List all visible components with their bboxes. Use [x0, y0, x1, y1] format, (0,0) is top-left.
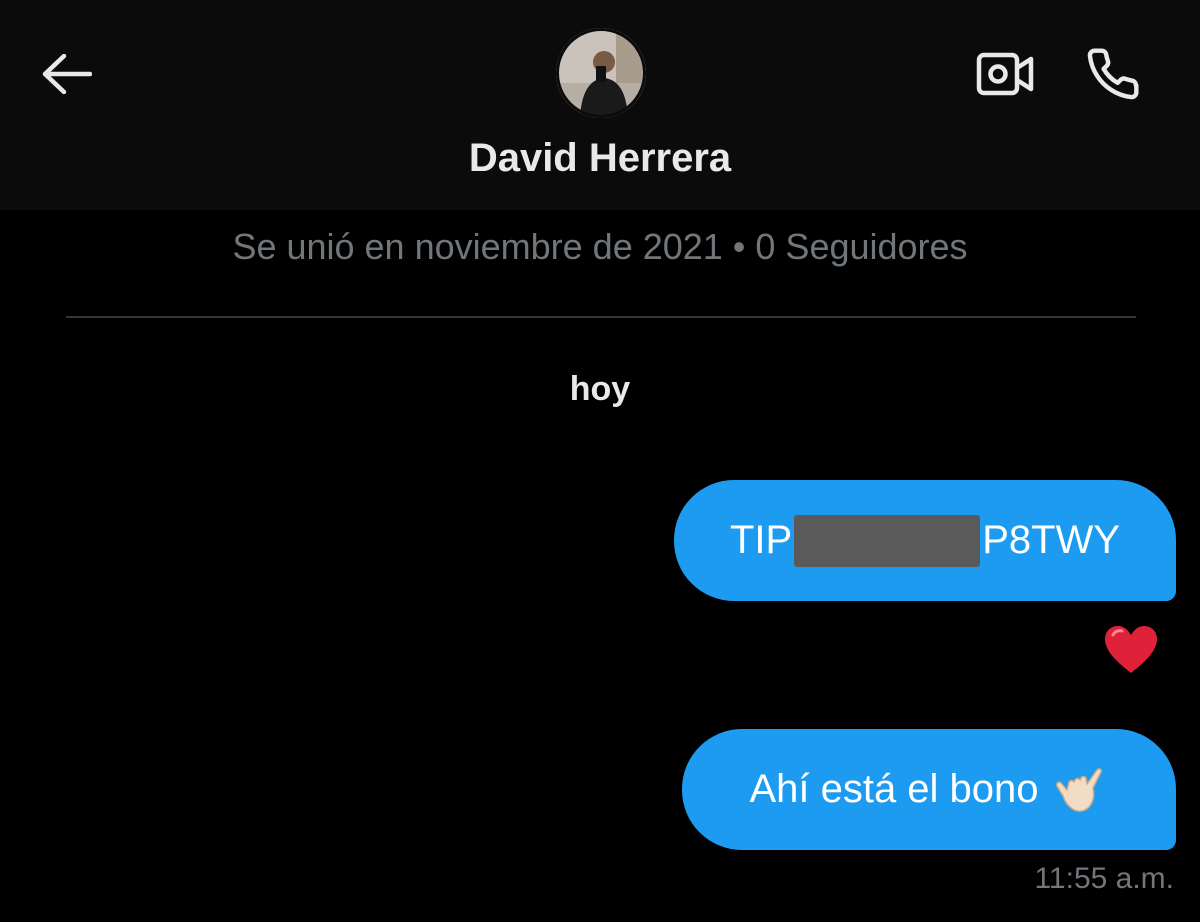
- profile-meta: Se unió en noviembre de 2021 • 0 Seguido…: [232, 226, 968, 267]
- message-bubble-code[interactable]: TIP P8TWY: [674, 480, 1176, 601]
- video-call-button[interactable]: [970, 46, 1040, 102]
- phone-icon: [1087, 48, 1139, 100]
- heart-reaction-icon[interactable]: [1103, 625, 1159, 675]
- voice-call-button[interactable]: [1078, 44, 1148, 104]
- arrow-left-icon: [42, 54, 92, 94]
- code-suffix: P8TWY: [982, 518, 1121, 562]
- shaka-hand-icon: [1055, 767, 1102, 812]
- divider: [66, 316, 1136, 318]
- avatar[interactable]: [556, 28, 646, 118]
- message-timestamp: 11:55 a.m.: [1034, 862, 1174, 895]
- message-text: Ahí está el bono: [749, 767, 1039, 811]
- contact-name: David Herrera: [468, 136, 732, 180]
- video-camera-icon: [976, 52, 1034, 96]
- date-separator: hoy: [569, 370, 631, 408]
- message-bubble-text[interactable]: Ahí está el bono: [682, 729, 1176, 850]
- redaction-box: [794, 514, 981, 567]
- code-prefix: TIP: [729, 518, 793, 562]
- conversation-header: David Herrera: [0, 0, 1200, 210]
- back-button[interactable]: [38, 50, 94, 98]
- avatar-photo: [556, 28, 646, 118]
